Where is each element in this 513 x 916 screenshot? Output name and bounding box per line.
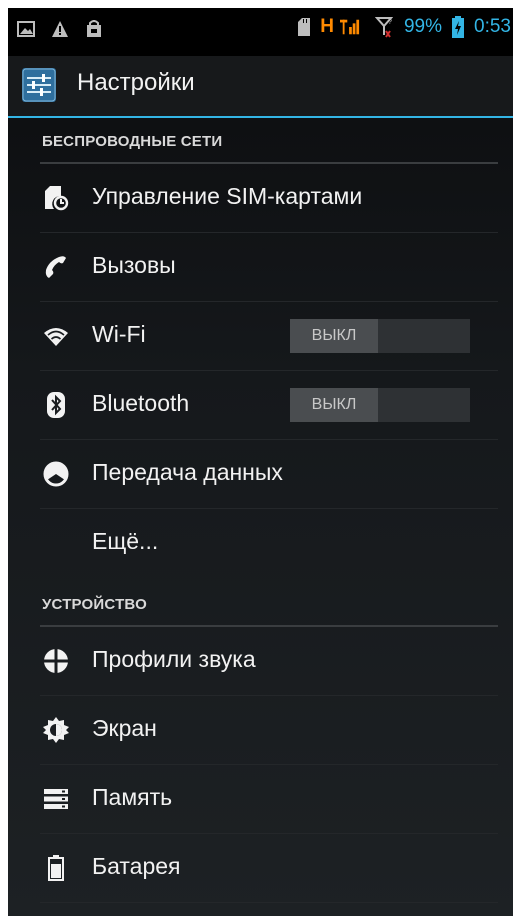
battery-percent-label: 99%	[403, 16, 443, 37]
settings-item-data[interactable]: Передача данных	[40, 440, 498, 509]
settings-item-more-label: Ещё...	[92, 528, 159, 554]
bluetooth-toggle[interactable]: ВЫКЛ	[290, 388, 470, 422]
action-bar: Настройки	[8, 56, 513, 118]
wifi-toggle[interactable]: ВЫКЛ	[290, 319, 470, 353]
shopping-bag-icon	[84, 18, 104, 40]
battery-icon	[40, 852, 72, 884]
settings-item-calls-label: Вызовы	[92, 252, 176, 278]
settings-item-bluetooth-label: Bluetooth	[92, 390, 190, 416]
bluetooth-toggle-state: ВЫКЛ	[311, 396, 357, 413]
settings-item-sim[interactable]: Управление SIM-картами	[40, 164, 498, 233]
bluetooth-icon	[40, 389, 72, 421]
network-type-label: H	[320, 16, 334, 37]
picture-icon	[16, 18, 36, 40]
settings-screen: H ? 99% 0:53 Настройки БЕСПРОВОДНЫЕ СЕТИ…	[8, 8, 513, 916]
settings-item-more[interactable]: Ещё...	[40, 509, 498, 577]
svg-text:?: ?	[388, 19, 392, 26]
wifi-toggle-knob: ВЫКЛ	[290, 319, 378, 353]
wifi-icon	[40, 320, 72, 352]
battery-charging-icon	[448, 16, 468, 38]
settings-item-sim-label: Управление SIM-картами	[92, 183, 363, 209]
settings-item-bluetooth[interactable]: Bluetooth ВЫКЛ	[40, 371, 498, 440]
settings-item-battery[interactable]: Батарея	[40, 834, 498, 903]
settings-item-battery-label: Батарея	[92, 853, 181, 879]
section-header-wireless-label: БЕСПРОВОДНЫЕ СЕТИ	[42, 133, 223, 150]
no-sim-signal-icon: ?	[374, 16, 394, 38]
settings-item-storage-label: Память	[92, 784, 173, 810]
settings-item-display-label: Экран	[92, 715, 157, 741]
data-usage-icon	[40, 458, 72, 490]
warning-icon	[50, 18, 70, 40]
settings-item-data-label: Передача данных	[92, 459, 283, 485]
settings-item-wifi[interactable]: Wi-Fi ВЫКЛ	[40, 302, 498, 371]
settings-item-wifi-label: Wi-Fi	[92, 321, 146, 347]
settings-item-calls[interactable]: Вызовы	[40, 233, 498, 302]
bluetooth-toggle-knob: ВЫКЛ	[290, 388, 378, 422]
status-bar: H ? 99% 0:53	[8, 8, 513, 56]
storage-icon	[40, 783, 72, 815]
section-header-device: УСТРОЙСТВО	[40, 589, 498, 627]
sd-card-icon	[294, 16, 314, 38]
page-title: Настройки	[77, 69, 195, 96]
section-header-device-label: УСТРОЙСТВО	[42, 596, 147, 613]
sound-profile-icon	[40, 645, 72, 677]
wifi-toggle-state: ВЫКЛ	[311, 327, 357, 344]
sim-manage-icon	[40, 182, 72, 214]
settings-item-sound[interactable]: Профили звука	[40, 627, 498, 696]
settings-sliders-icon[interactable]	[22, 68, 56, 102]
signal-icon	[339, 16, 360, 38]
clock-label: 0:53	[474, 16, 511, 37]
settings-item-display[interactable]: Экран	[40, 696, 498, 765]
brightness-icon	[40, 714, 72, 746]
section-header-wireless: БЕСПРОВОДНЫЕ СЕТИ	[40, 126, 498, 164]
settings-item-storage[interactable]: Память	[40, 765, 498, 834]
phone-icon	[40, 251, 72, 283]
settings-item-sound-label: Профили звука	[92, 646, 256, 672]
